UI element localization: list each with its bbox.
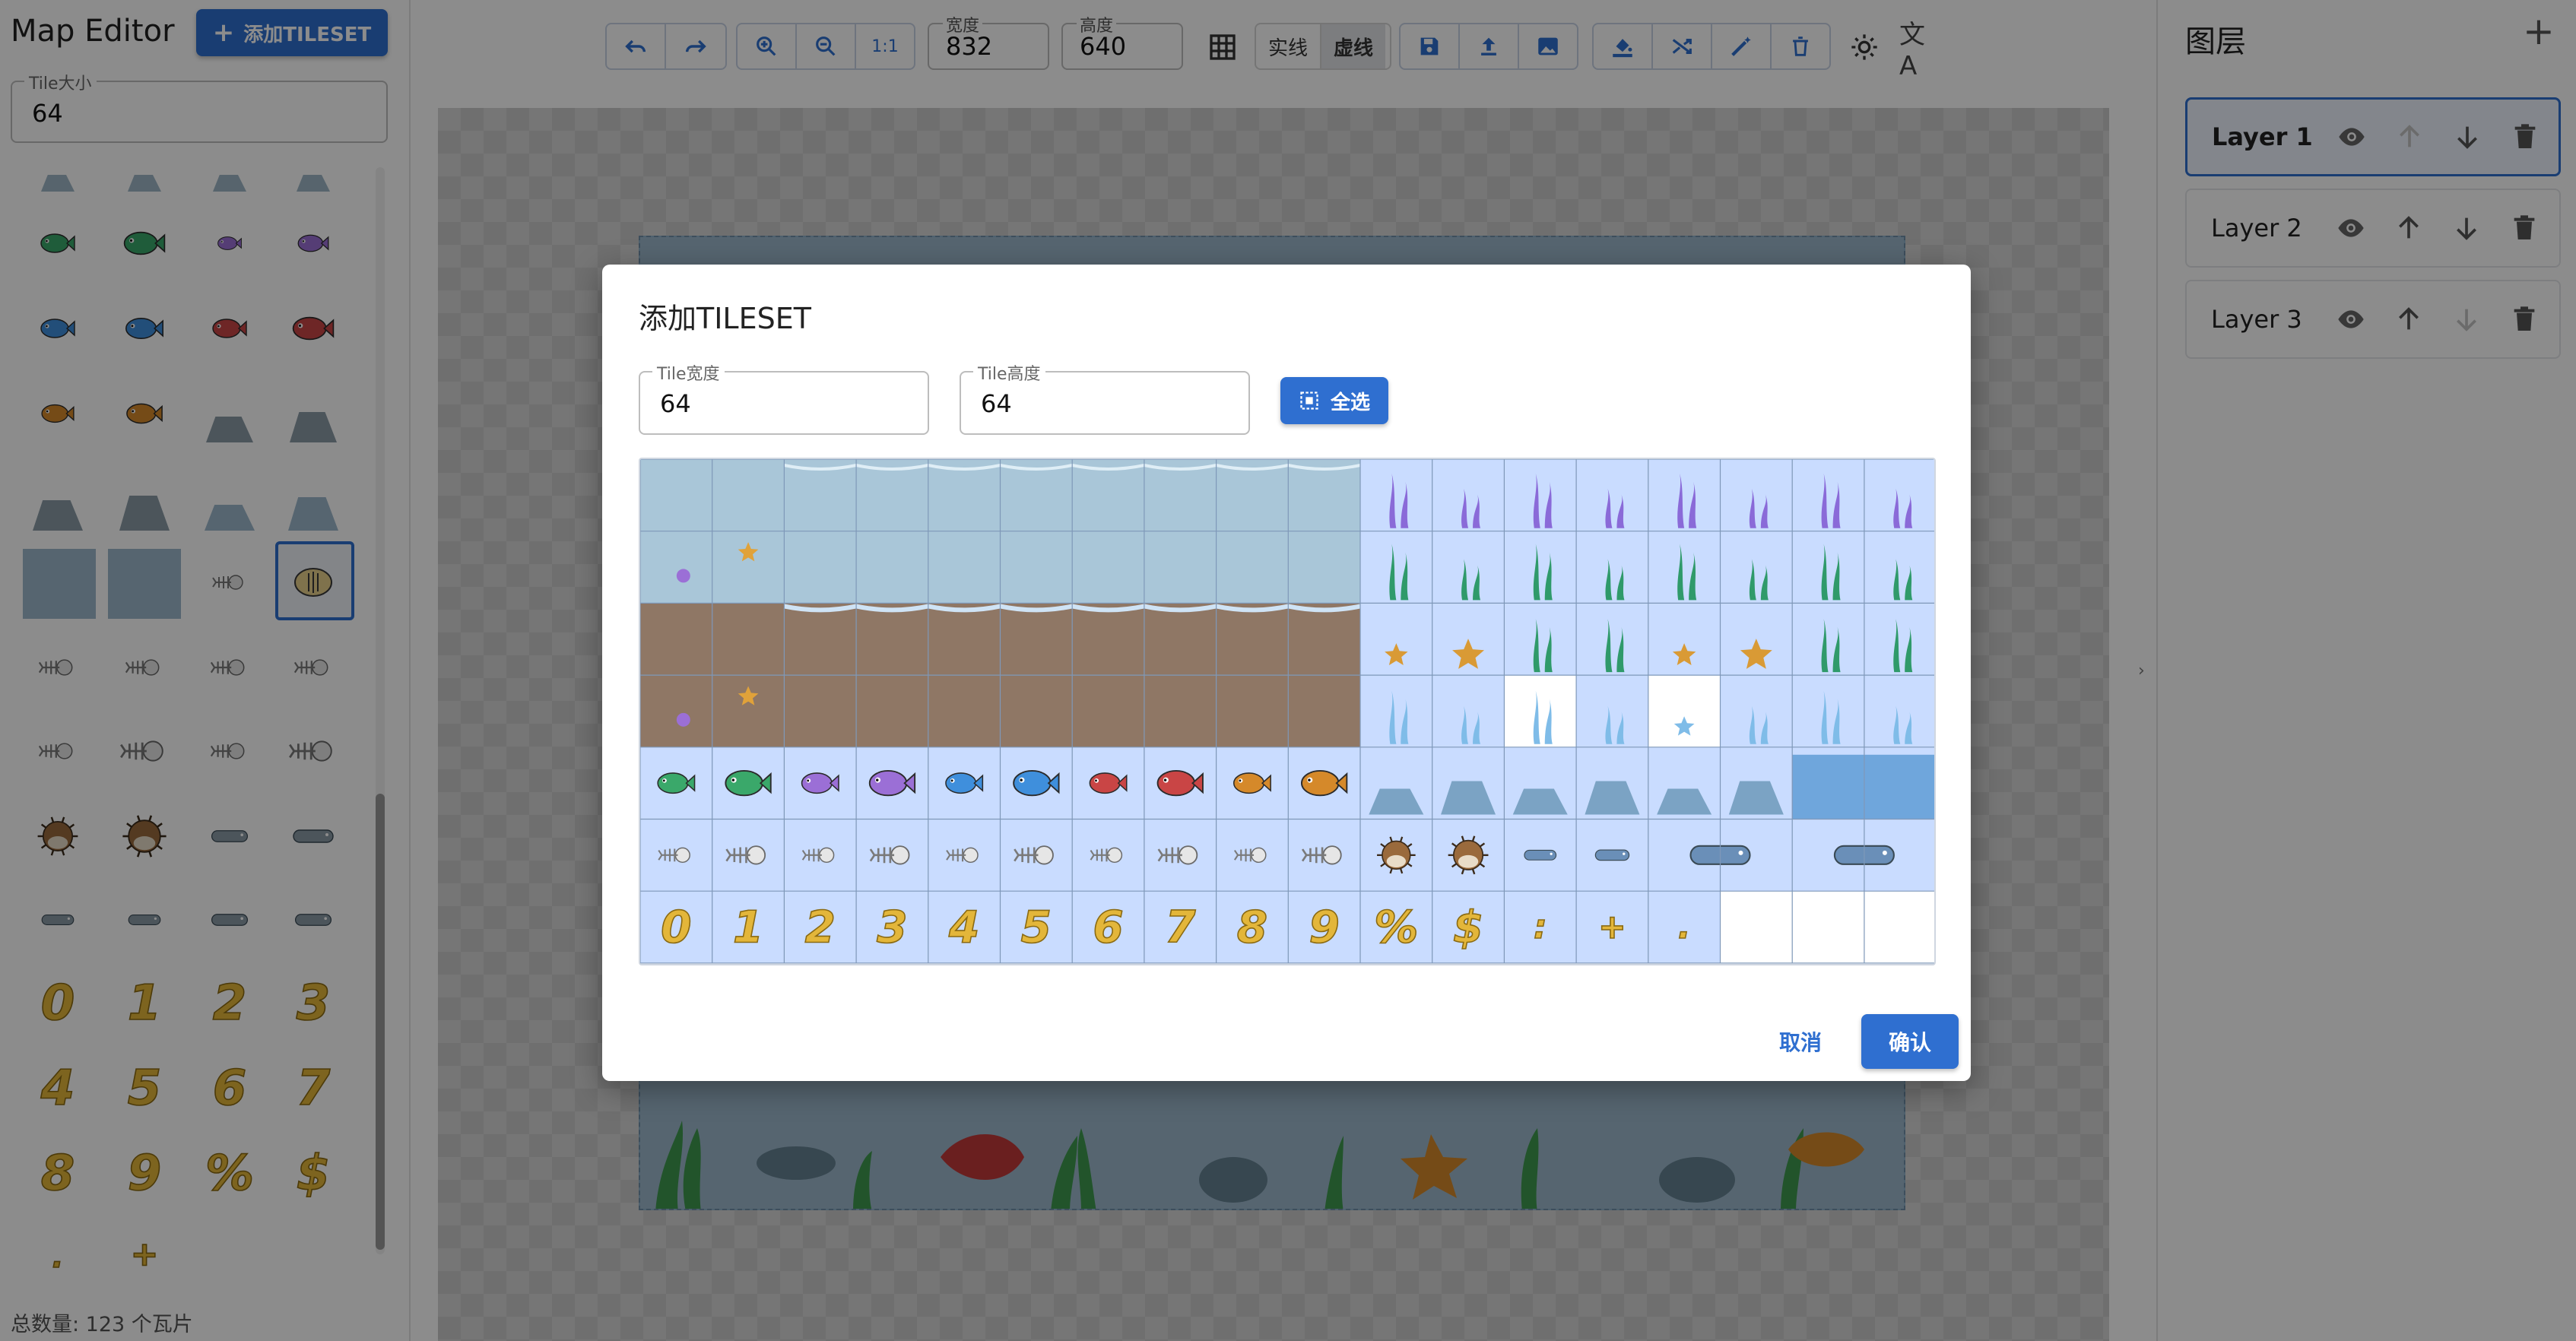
tileset-digit-tile: 9 <box>1309 902 1339 953</box>
tileset-digit-tile: 7 <box>1165 902 1196 953</box>
tile-height-value: 64 <box>981 389 1012 418</box>
select-all-icon <box>1300 392 1318 410</box>
tileset-digit-tile: 4 <box>948 902 979 953</box>
tileset-digit-tile: 6 <box>1093 902 1123 953</box>
tileset-digit-tile: : <box>1534 908 1547 946</box>
tileset-digit-tile: . <box>1678 908 1691 946</box>
tileset-digit-tile: 3 <box>877 902 907 953</box>
tileset-digit-tile: $ <box>1453 902 1483 953</box>
tile-height-field[interactable]: Tile高度 64 <box>960 360 1250 435</box>
tileset-digit-tile: 2 <box>805 902 836 953</box>
tile-height-label: Tile高度 <box>973 360 1045 385</box>
tileset-digit-tile: 8 <box>1237 902 1267 953</box>
cancel-button[interactable]: 取消 <box>1779 1026 1822 1057</box>
tileset-digit-tile: 0 <box>661 902 691 953</box>
select-all-label: 全选 <box>1330 391 1370 414</box>
dialog-title: 添加TILESET <box>639 302 811 335</box>
tile-width-value: 64 <box>660 389 691 418</box>
tileset-digit-tile: 1 <box>733 902 763 953</box>
confirm-button[interactable]: 确认 <box>1861 1014 1959 1069</box>
tile-width-field[interactable]: Tile宽度 64 <box>639 360 929 435</box>
tileset-digit-tile: + <box>1598 908 1626 946</box>
select-all-button[interactable]: 全选 <box>1280 377 1388 424</box>
tileset-digit-tile: % <box>1374 902 1418 953</box>
tileset-grid[interactable]: 0 1 2 3 4 5 6 7 8 9% $: +. <box>639 458 1936 965</box>
tileset-digit-tile: 5 <box>1021 902 1052 953</box>
add-tileset-dialog: 添加TILESET Tile宽度 64 Tile高度 64 全选 0123456… <box>602 265 1971 1081</box>
tileset-grid-svg[interactable]: 0 1 2 3 4 5 6 7 8 9% $: +. <box>640 459 1936 965</box>
tile-width-label: Tile宽度 <box>652 360 725 385</box>
